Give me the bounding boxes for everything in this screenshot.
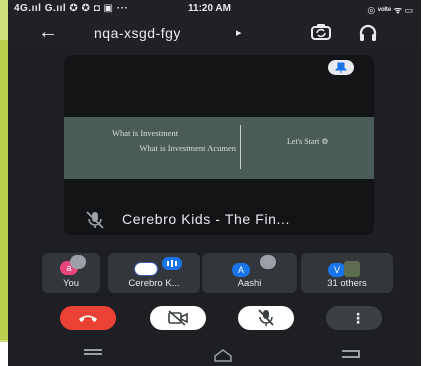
camera-toggle-button[interactable]: [150, 306, 206, 330]
mic-off-icon: [70, 255, 86, 269]
more-vert-icon: ⋮: [351, 310, 365, 326]
headphones-icon[interactable]: [358, 23, 378, 43]
shared-slide: What is Investment What is Investment Ac…: [64, 117, 374, 179]
photo-edge-shade: [0, 40, 8, 340]
hang-up-icon: [79, 315, 97, 322]
participant-tile-others[interactable]: V 31 others: [301, 253, 393, 293]
switch-camera-icon[interactable]: [311, 23, 331, 41]
slide-start-text: Let's Start ⚙: [287, 137, 329, 146]
slide-divider: [240, 125, 241, 169]
participant-name: You: [62, 278, 80, 289]
participant-tile-you[interactable]: a You: [42, 253, 100, 293]
chevron-right-icon[interactable]: ▸: [236, 26, 242, 39]
meet-screen: 4G.ııl G.ııl ✪ ✪ ◘ ▣ ··· 11:20 AM ◎ ᵛᵒˡᵗ…: [8, 0, 421, 366]
recents-icon[interactable]: [84, 353, 102, 355]
home-icon[interactable]: [213, 348, 233, 362]
slide-text-2: What is Investment Acumen: [139, 143, 236, 153]
mic-off-icon: [260, 255, 276, 269]
pin-button[interactable]: [328, 60, 354, 75]
participant-name: Aashi: [237, 278, 262, 289]
participant-tile-cerebro[interactable]: Cerebro K...: [108, 253, 200, 293]
back-arrow-icon[interactable]: ←: [38, 21, 58, 44]
avatar: [134, 262, 158, 276]
end-call-button[interactable]: [60, 306, 116, 330]
slide-text-1: What is Investment: [112, 128, 179, 138]
presentation-tile[interactable]: What is Investment What is Investment Ac…: [64, 55, 374, 235]
avatar: A: [232, 263, 250, 277]
avatar-photo: [344, 261, 360, 277]
camera-off-icon: [168, 310, 188, 326]
speaking-indicator-icon: [162, 257, 182, 270]
participant-name: Cerebro K...: [128, 278, 180, 289]
status-time: 11:20 AM: [188, 3, 231, 14]
mic-toggle-button[interactable]: [238, 306, 294, 330]
status-bar: 4G.ııl G.ııl ✪ ✪ ◘ ▣ ··· 11:20 AM ◎ ᵛᵒˡᵗ…: [8, 0, 421, 18]
signal-indicators: 4G.ııl G.ııl ✪ ✪ ◘ ▣ ···: [14, 3, 129, 14]
status-right-icons: ◎ ᵛᵒˡᵗᵉ ᯤ ▭: [367, 5, 413, 15]
meeting-top-bar: ← nqa-xsgd-fgy ▸: [8, 18, 421, 48]
meeting-code[interactable]: nqa-xsgd-fgy: [94, 25, 181, 41]
back-nav-icon[interactable]: [342, 350, 360, 358]
mic-off-icon: [258, 309, 274, 326]
more-options-button[interactable]: ⋮: [326, 306, 382, 330]
participant-tile-aashi[interactable]: A Aashi: [202, 253, 297, 293]
participant-name: 31 others: [327, 278, 367, 289]
system-nav-bar: [8, 343, 421, 366]
mic-off-icon: [86, 211, 104, 229]
pin-icon: [334, 62, 348, 73]
presenter-name: Cerebro Kids - The Fin...: [122, 211, 291, 227]
